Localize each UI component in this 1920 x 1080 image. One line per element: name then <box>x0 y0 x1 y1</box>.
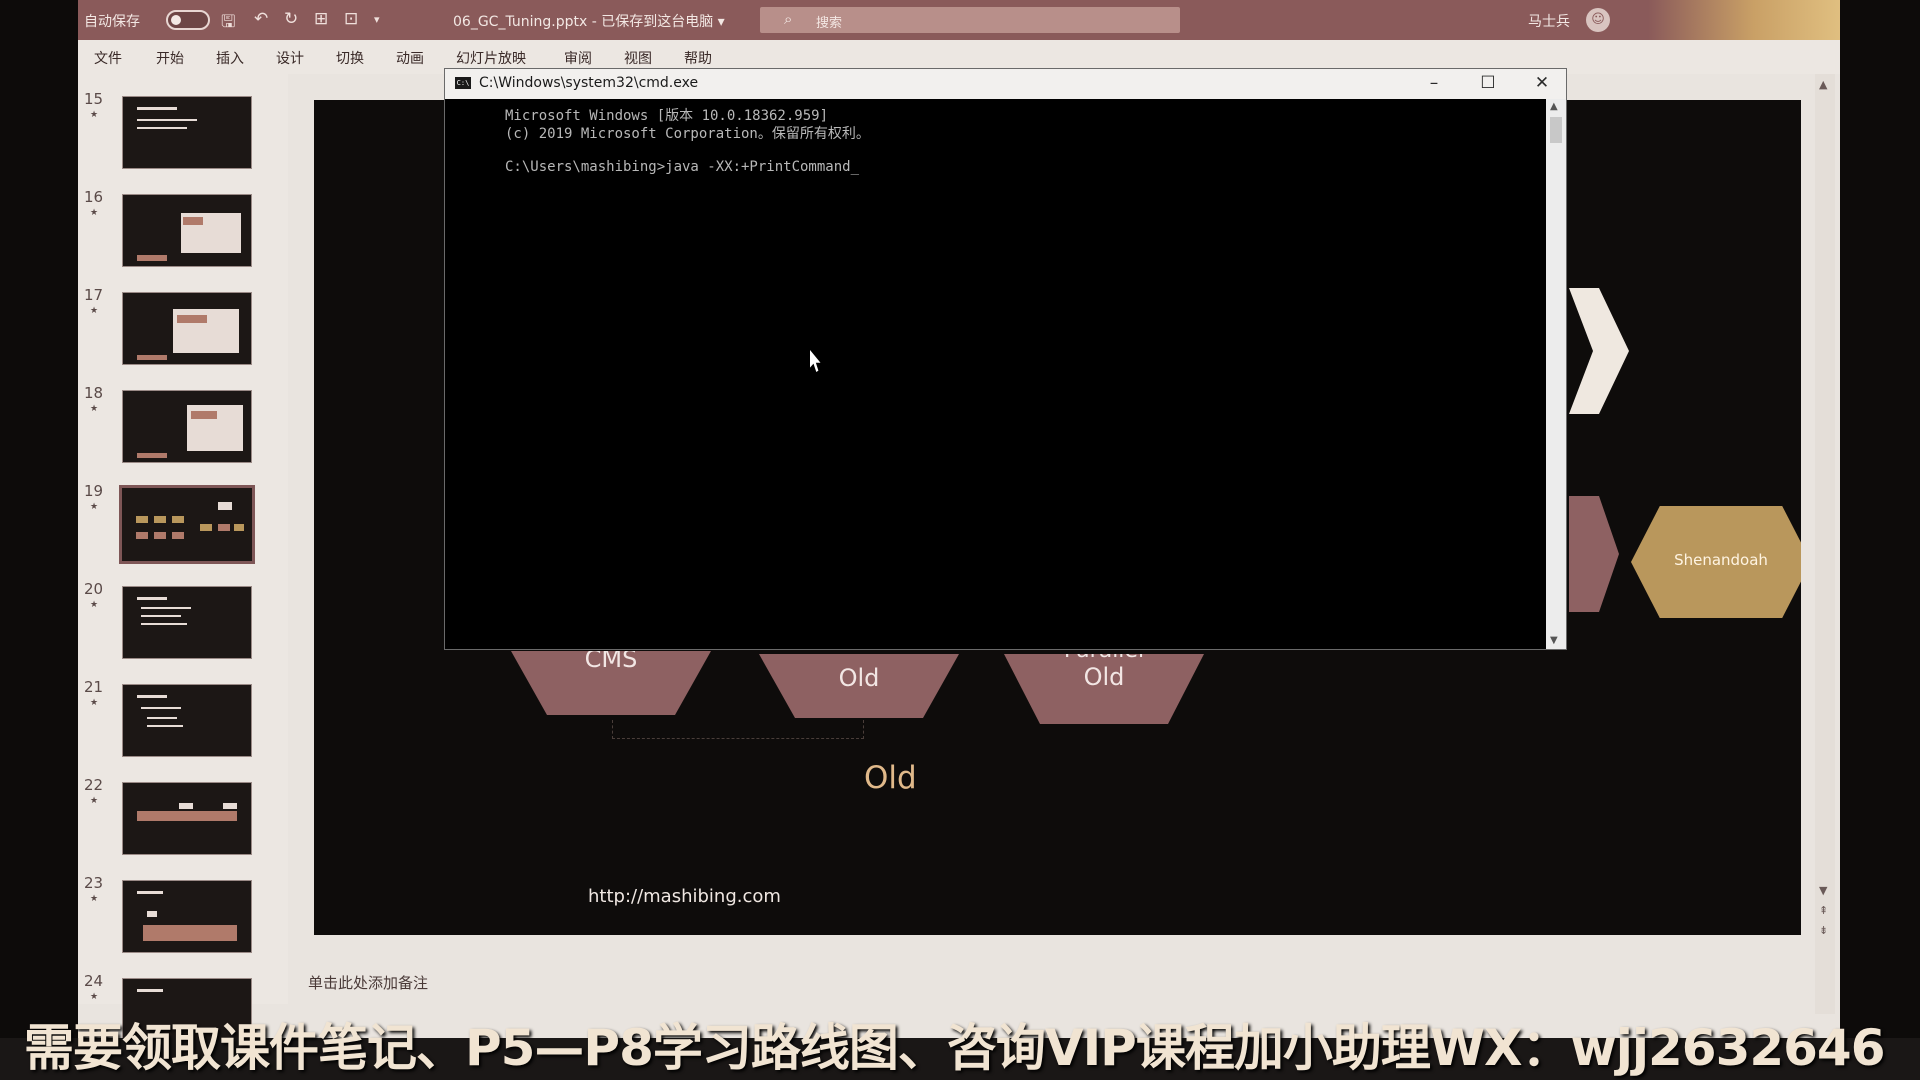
cmd-titlebar[interactable]: C:\ C:\Windows\system32\cmd.exe – ☐ ✕ <box>445 69 1566 99</box>
tab-transitions[interactable]: 切换 <box>336 48 364 68</box>
slide-vertical-scrollbar[interactable]: ▲ ▼ ⇞ ⇟ <box>1815 74 1835 1014</box>
search-box[interactable]: ⌕ 搜索 <box>760 7 1180 33</box>
scroll-up-icon[interactable]: ▲ <box>1819 78 1827 91</box>
minimize-icon[interactable]: – <box>1411 73 1457 93</box>
slide-old-heading: Old <box>864 760 917 796</box>
tab-insert[interactable]: 插入 <box>216 48 244 68</box>
cmd-app-icon: C:\ <box>455 77 471 89</box>
slide-arrow-shape <box>1569 288 1629 414</box>
cmd-scroll-thumb[interactable] <box>1550 117 1562 143</box>
shape-parallel-old: Parallel Old <box>1004 654 1204 724</box>
tab-animations[interactable]: 动画 <box>396 48 424 68</box>
thumbnail-animation-star: ★ <box>90 502 99 512</box>
tab-review[interactable]: 审阅 <box>564 48 592 68</box>
thumbnail-number: 16 <box>84 188 104 206</box>
tab-help[interactable]: 帮助 <box>684 48 712 68</box>
textbox-icon[interactable]: ⊡ <box>344 9 358 29</box>
thumbnail-animation-star: ★ <box>90 110 99 120</box>
undo-icon[interactable]: ↶ <box>254 9 268 29</box>
cmd-scrollbar[interactable]: ▲ ▼ <box>1546 99 1566 649</box>
slide-partial-hexagon <box>1569 496 1619 612</box>
scroll-down-icon[interactable]: ▼ <box>1819 884 1827 897</box>
thumbnail-animation-star: ★ <box>90 992 99 1002</box>
slide-thumbnail-17[interactable] <box>122 292 252 365</box>
shape-cms: CMS <box>511 651 711 715</box>
connector-dashed-line <box>612 720 864 739</box>
thumbnail-number: 17 <box>84 286 104 304</box>
slide-thumbnail-16[interactable] <box>122 194 252 267</box>
thumbnail-animation-star: ★ <box>90 600 99 610</box>
tab-slideshow[interactable]: 幻灯片放映 <box>456 48 526 68</box>
thumbnail-animation-star: ★ <box>90 404 99 414</box>
autosave-label: 自动保存 <box>84 14 140 30</box>
slide-thumbnail-20[interactable] <box>122 586 252 659</box>
close-icon[interactable]: ✕ <box>1519 73 1565 93</box>
cmd-prompt-line: C:\Users\mashibing>java -XX:+PrintComman… <box>505 159 860 175</box>
ppt-titlebar: 自动保存 🖫 ↶ ↻ ⊞ ⊡ ▾ 06_GC_Tuning.pptx - 已保存… <box>78 0 1840 40</box>
shape-shenandoah: Shenandoah <box>1631 506 1801 618</box>
powerpoint-window: 自动保存 🖫 ↶ ↻ ⊞ ⊡ ▾ 06_GC_Tuning.pptx - 已保存… <box>78 0 1840 1080</box>
thumbnail-number: 15 <box>84 90 104 108</box>
thumbnail-animation-star: ★ <box>90 796 99 806</box>
thumbnail-number: 23 <box>84 874 104 892</box>
slide-thumbnail-21[interactable] <box>122 684 252 757</box>
slide-thumbnail-pane: 15 ★ 16 ★ 17 ★ 18 ★ 19 ★ 20 ★ 21 ★ 22 ★ … <box>78 74 288 1051</box>
maximize-icon[interactable]: ☐ <box>1465 73 1511 93</box>
thumbnail-animation-star: ★ <box>90 894 99 904</box>
search-icon: ⌕ <box>784 10 793 28</box>
thumbnail-number: 22 <box>84 776 104 794</box>
shape-parallel-old-line2: Old <box>1083 663 1125 691</box>
cmd-line: Microsoft Windows [版本 10.0.18362.959] <box>505 108 829 124</box>
thumbnail-number: 18 <box>84 384 104 402</box>
cmd-console[interactable]: Microsoft Windows [版本 10.0.18362.959] (c… <box>445 99 1545 649</box>
user-name: 马士兵 <box>1528 14 1570 30</box>
autosave-toggle[interactable] <box>166 10 210 30</box>
slide-thumbnail-18[interactable] <box>122 390 252 463</box>
cmd-title: C:\Windows\system32\cmd.exe <box>479 75 699 91</box>
promo-watermark: 需要领取课件笔记、P5—P8学习路线图、咨询VIP课程加小助理WX：wjj263… <box>24 1019 1886 1077</box>
slide-url[interactable]: http://mashibing.com <box>588 886 781 907</box>
customize-toolbar-icon[interactable]: ▾ <box>374 13 380 26</box>
search-placeholder: 搜索 <box>816 16 843 31</box>
window-controls-area <box>1648 0 1840 40</box>
thumbnail-number: 24 <box>84 972 104 990</box>
slide-thumbnail-19-selected[interactable] <box>119 485 255 564</box>
thumbnail-animation-star: ★ <box>90 208 99 218</box>
thumbnail-animation-star: ★ <box>90 306 99 316</box>
redo-icon[interactable]: ↻ <box>284 9 298 29</box>
tab-file[interactable]: 文件 <box>94 48 122 68</box>
tab-home[interactable]: 开始 <box>156 48 184 68</box>
save-icon[interactable]: 🖫 <box>221 9 235 38</box>
previous-slide-icon[interactable]: ⇞ <box>1819 904 1828 917</box>
thumbnail-number: 21 <box>84 678 104 696</box>
cmd-line: (c) 2019 Microsoft Corporation。保留所有权利。 <box>505 126 870 142</box>
user-avatar-icon[interactable]: ☺ <box>1586 8 1610 32</box>
cmd-scroll-down-icon[interactable]: ▼ <box>1550 635 1558 646</box>
shape-shenandoah-label: Shenandoah <box>1674 551 1768 569</box>
cmd-window[interactable]: C:\ C:\Windows\system32\cmd.exe – ☐ ✕ Mi… <box>444 68 1567 650</box>
thumbnail-animation-star: ★ <box>90 698 99 708</box>
tab-design[interactable]: 设计 <box>276 48 304 68</box>
tab-view[interactable]: 视图 <box>624 48 652 68</box>
thumbnail-number: 19 <box>84 482 104 500</box>
slide-thumbnail-23[interactable] <box>122 880 252 953</box>
shape-old: Old <box>759 654 959 718</box>
slide-thumbnail-22[interactable] <box>122 782 252 855</box>
notes-placeholder[interactable]: 单击此处添加备注 <box>308 972 428 993</box>
slide-thumbnail-15[interactable] <box>122 96 252 169</box>
cmd-scroll-up-icon[interactable]: ▲ <box>1550 101 1558 112</box>
document-title: 06_GC_Tuning.pptx - 已保存到这台电脑 ▾ <box>453 14 725 30</box>
present-icon[interactable]: ⊞ <box>314 9 328 29</box>
shape-old-label: Old <box>838 664 880 692</box>
thumbnail-number: 20 <box>84 580 104 598</box>
next-slide-icon[interactable]: ⇟ <box>1819 924 1828 937</box>
